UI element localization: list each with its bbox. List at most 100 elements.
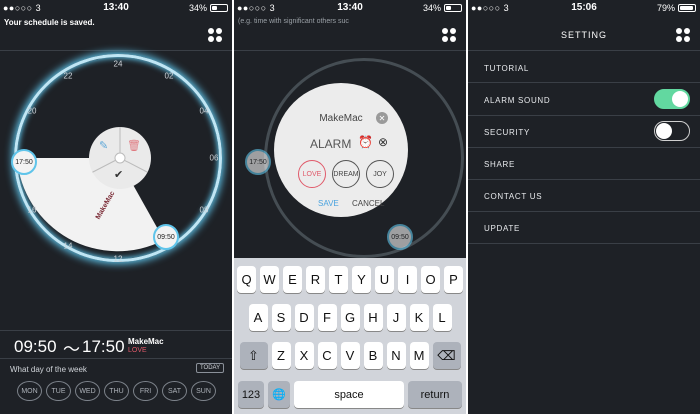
alarm-on-icon[interactable]: ⏰ xyxy=(358,135,373,149)
tag-love[interactable]: LOVE xyxy=(298,160,326,188)
alarm-sound-toggle[interactable] xyxy=(654,89,690,109)
settings-item-alarm-sound: ALARM SOUND xyxy=(484,96,551,105)
key-b[interactable]: B xyxy=(363,342,383,369)
key-d[interactable]: D xyxy=(294,304,314,331)
battery-icon xyxy=(444,4,462,12)
cancel-button[interactable]: CANCEL xyxy=(352,199,384,208)
today-button[interactable]: TODAY xyxy=(196,363,225,373)
return-key[interactable]: return xyxy=(408,381,462,408)
divider xyxy=(468,243,700,244)
start-time-handle[interactable]: 17:50 xyxy=(11,149,37,175)
delete-key[interactable]: ⌫ xyxy=(432,342,461,369)
day-fri[interactable]: FRI xyxy=(133,381,158,401)
key-l[interactable]: L xyxy=(432,304,452,331)
day-sat[interactable]: SAT xyxy=(162,381,187,401)
settings-item-update[interactable]: UPDATE xyxy=(484,224,520,233)
key-o[interactable]: O xyxy=(421,266,440,293)
key-m[interactable]: M xyxy=(409,342,429,369)
divider xyxy=(468,50,700,51)
day-mon[interactable]: MON xyxy=(17,381,42,401)
divider xyxy=(234,50,466,51)
globe-icon[interactable]: 🌐 xyxy=(268,381,290,408)
hour-label: 24 xyxy=(113,59,123,69)
key-c[interactable]: C xyxy=(317,342,337,369)
schedule-dialog: MakeMac ✕ ALARM ⏰ ⊗ LOVE DREAM JOY SAVE … xyxy=(274,83,408,217)
start-time-handle[interactable]: 17:50 xyxy=(245,149,271,175)
menu-grid-icon[interactable] xyxy=(676,28,690,42)
divider xyxy=(468,82,700,83)
summary-end-time: 17:50 xyxy=(82,337,125,356)
week-label: What day of the week xyxy=(10,365,87,374)
key-k[interactable]: K xyxy=(409,304,429,331)
key-i[interactable]: I xyxy=(398,266,417,293)
key-q[interactable]: Q xyxy=(237,266,256,293)
settings-item-share[interactable]: SHARE xyxy=(484,160,515,169)
keyboard-row-1: Q W E R T Y U I O P xyxy=(234,266,466,293)
numbers-key[interactable]: 123 xyxy=(238,381,264,408)
summary-start-time: 09:50 xyxy=(14,337,57,356)
battery-icon xyxy=(678,4,696,12)
settings-item-contact-us[interactable]: CONTACT US xyxy=(484,192,542,201)
delete-icon[interactable]: 🗑 xyxy=(127,139,141,152)
tag-dream[interactable]: DREAM xyxy=(332,160,360,188)
confirm-icon[interactable]: ✔ xyxy=(114,168,123,181)
key-e[interactable]: E xyxy=(283,266,302,293)
edit-schedule-screen: ●●○○○ 3 13:40 34% (e.g. time with signif… xyxy=(234,0,466,414)
close-icon[interactable]: ✕ xyxy=(376,112,388,124)
space-key[interactable]: space xyxy=(294,381,404,408)
day-thu[interactable]: THU xyxy=(104,381,129,401)
key-f[interactable]: F xyxy=(317,304,337,331)
menu-grid-icon[interactable] xyxy=(442,28,456,42)
divider xyxy=(468,211,700,212)
divider xyxy=(0,50,232,51)
end-time-handle[interactable]: 09:50 xyxy=(387,224,413,250)
divider xyxy=(468,115,700,116)
keyboard-row-4: 123 🌐 space return xyxy=(234,381,466,408)
summary-name: MakeMac xyxy=(128,337,164,346)
save-button[interactable]: SAVE xyxy=(318,199,339,208)
key-r[interactable]: R xyxy=(306,266,325,293)
status-right: 34% xyxy=(189,3,228,13)
key-u[interactable]: U xyxy=(375,266,394,293)
battery-icon xyxy=(210,4,228,12)
key-z[interactable]: Z xyxy=(271,342,291,369)
key-a[interactable]: A xyxy=(248,304,268,331)
tag-joy[interactable]: JOY xyxy=(366,160,394,188)
key-y[interactable]: Y xyxy=(352,266,371,293)
key-t[interactable]: T xyxy=(329,266,348,293)
hour-label: 06 xyxy=(209,153,219,163)
hint-text: (e.g. time with significant others suc xyxy=(238,18,349,25)
keyboard-row-3: ⇧ Z X C V B N M ⌫ xyxy=(234,342,466,369)
key-p[interactable]: P xyxy=(444,266,463,293)
day-sun[interactable]: SUN xyxy=(191,381,216,401)
status-right: 34% xyxy=(423,3,462,13)
key-v[interactable]: V xyxy=(340,342,360,369)
hour-label: 16 xyxy=(27,205,37,215)
key-h[interactable]: H xyxy=(363,304,383,331)
key-x[interactable]: X xyxy=(294,342,314,369)
hour-label: 20 xyxy=(27,106,37,116)
action-menu: ✎ 🗑 ✔ xyxy=(89,127,151,189)
status-bar: ●●○○○ 3 13:40 34% xyxy=(0,0,232,16)
settings-item-tutorial[interactable]: TUTORIAL xyxy=(484,64,529,73)
alarm-off-icon[interactable]: ⊗ xyxy=(378,135,388,149)
day-wed[interactable]: WED xyxy=(75,381,100,401)
key-w[interactable]: W xyxy=(260,266,279,293)
key-s[interactable]: S xyxy=(271,304,291,331)
key-n[interactable]: N xyxy=(386,342,406,369)
end-time-handle[interactable]: 09:50 xyxy=(153,224,179,250)
divider xyxy=(0,330,232,331)
edit-icon[interactable]: ✎ xyxy=(99,139,108,152)
schedule-screen: ●●○○○ 3 13:40 34% Your schedule is saved… xyxy=(0,0,232,414)
security-toggle[interactable] xyxy=(654,121,690,141)
menu-grid-icon[interactable] xyxy=(208,28,222,42)
key-j[interactable]: J xyxy=(386,304,406,331)
summary-separator: ～ xyxy=(63,340,80,359)
summary-tag: LOVE xyxy=(128,347,147,354)
key-g[interactable]: G xyxy=(340,304,360,331)
shift-key[interactable]: ⇧ xyxy=(239,342,268,369)
day-tue[interactable]: TUE xyxy=(46,381,71,401)
settings-item-security: SECURITY xyxy=(484,128,531,137)
status-bar: ●●○○○ 3 13:40 34% xyxy=(234,0,466,16)
battery-percent: 34% xyxy=(422,3,441,13)
